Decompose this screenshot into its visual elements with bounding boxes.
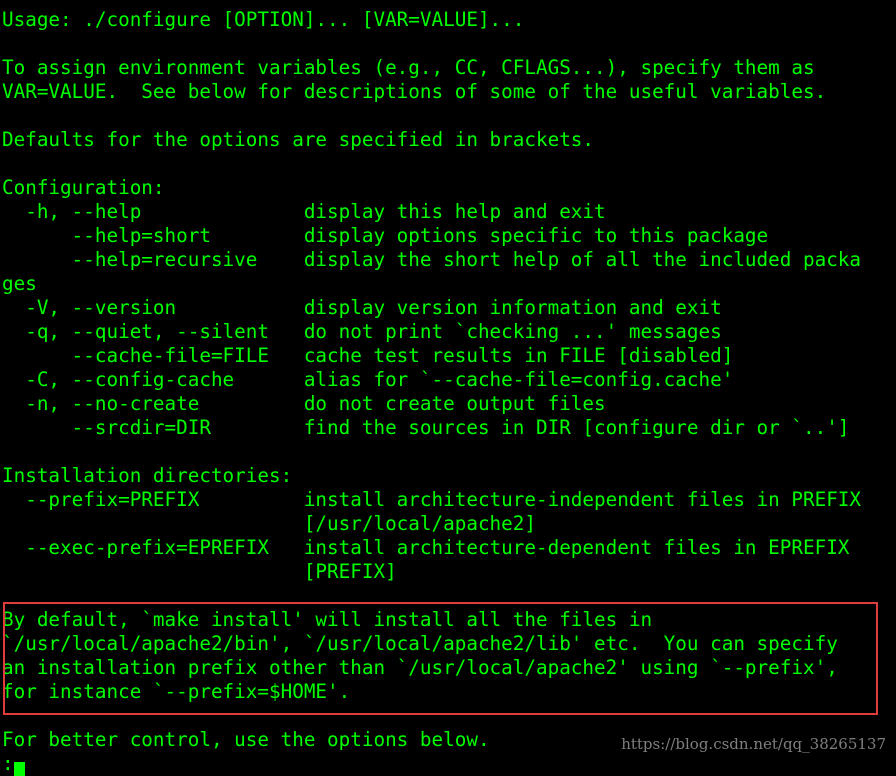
terminal-line: -h, --help display this help and exit (2, 200, 606, 223)
terminal-line: -q, --quiet, --silent do not print `chec… (2, 320, 722, 343)
terminal-line: -C, --config-cache alias for `--cache-fi… (2, 368, 734, 391)
terminal-line: VAR=VALUE. See below for descriptions of… (2, 80, 827, 103)
terminal-line: --prefix=PREFIX install architecture-ind… (2, 488, 862, 511)
terminal-line: [/usr/local/apache2] (2, 512, 536, 535)
terminal-line: for instance `--prefix=$HOME'. (2, 680, 351, 703)
terminal-line: --help=short display options specific to… (2, 224, 769, 247)
terminal-line: ges (2, 272, 37, 295)
terminal-line: -n, --no-create do not create output fil… (2, 392, 606, 415)
terminal-line: Defaults for the options are specified i… (2, 128, 595, 151)
terminal-line: --cache-file=FILE cache test results in … (2, 344, 734, 367)
terminal-line: Installation directories: (2, 464, 293, 487)
terminal-line: --srcdir=DIR find the sources in DIR [co… (2, 416, 850, 439)
terminal-line: Configuration: (2, 176, 165, 199)
terminal-line: -V, --version display version informatio… (2, 296, 722, 319)
terminal-line: --help=recursive display the short help … (2, 248, 862, 271)
terminal-line: By default, `make install' will install … (2, 608, 653, 631)
terminal-line: Usage: ./configure [OPTION]... [VAR=VALU… (2, 8, 525, 31)
terminal-line: To assign environment variables (e.g., C… (2, 56, 815, 79)
terminal-line: `/usr/local/apache2/bin', `/usr/local/ap… (2, 632, 838, 655)
terminal-line: --exec-prefix=EPREFIX install architectu… (2, 536, 850, 559)
terminal-line: [PREFIX] (2, 560, 397, 583)
pager-prompt: : (2, 752, 14, 775)
terminal-line: an installation prefix other than `/usr/… (2, 656, 838, 679)
text-cursor (13, 762, 25, 776)
terminal-output: Usage: ./configure [OPTION]... [VAR=VALU… (2, 8, 896, 776)
pager-prompt-line: : (2, 752, 896, 776)
watermark: https://blog.csdn.net/qq_38265137 (621, 735, 886, 753)
